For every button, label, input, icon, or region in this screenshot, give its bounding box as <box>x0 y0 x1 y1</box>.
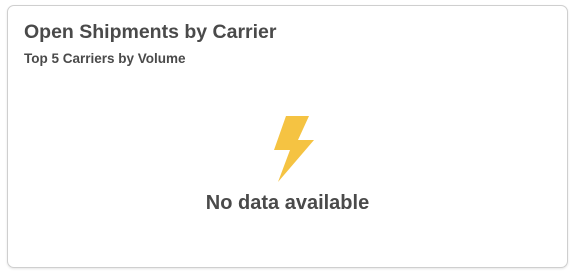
no-data-message: No data available <box>205 192 370 214</box>
chart-card: Open Shipments by Carrier Top 5 Carriers… <box>7 5 568 268</box>
card-title: Open Shipments by Carrier <box>24 21 277 43</box>
lightning-bolt-icon <box>274 116 314 182</box>
card-subtitle: Top 5 Carriers by Volume <box>24 51 186 66</box>
